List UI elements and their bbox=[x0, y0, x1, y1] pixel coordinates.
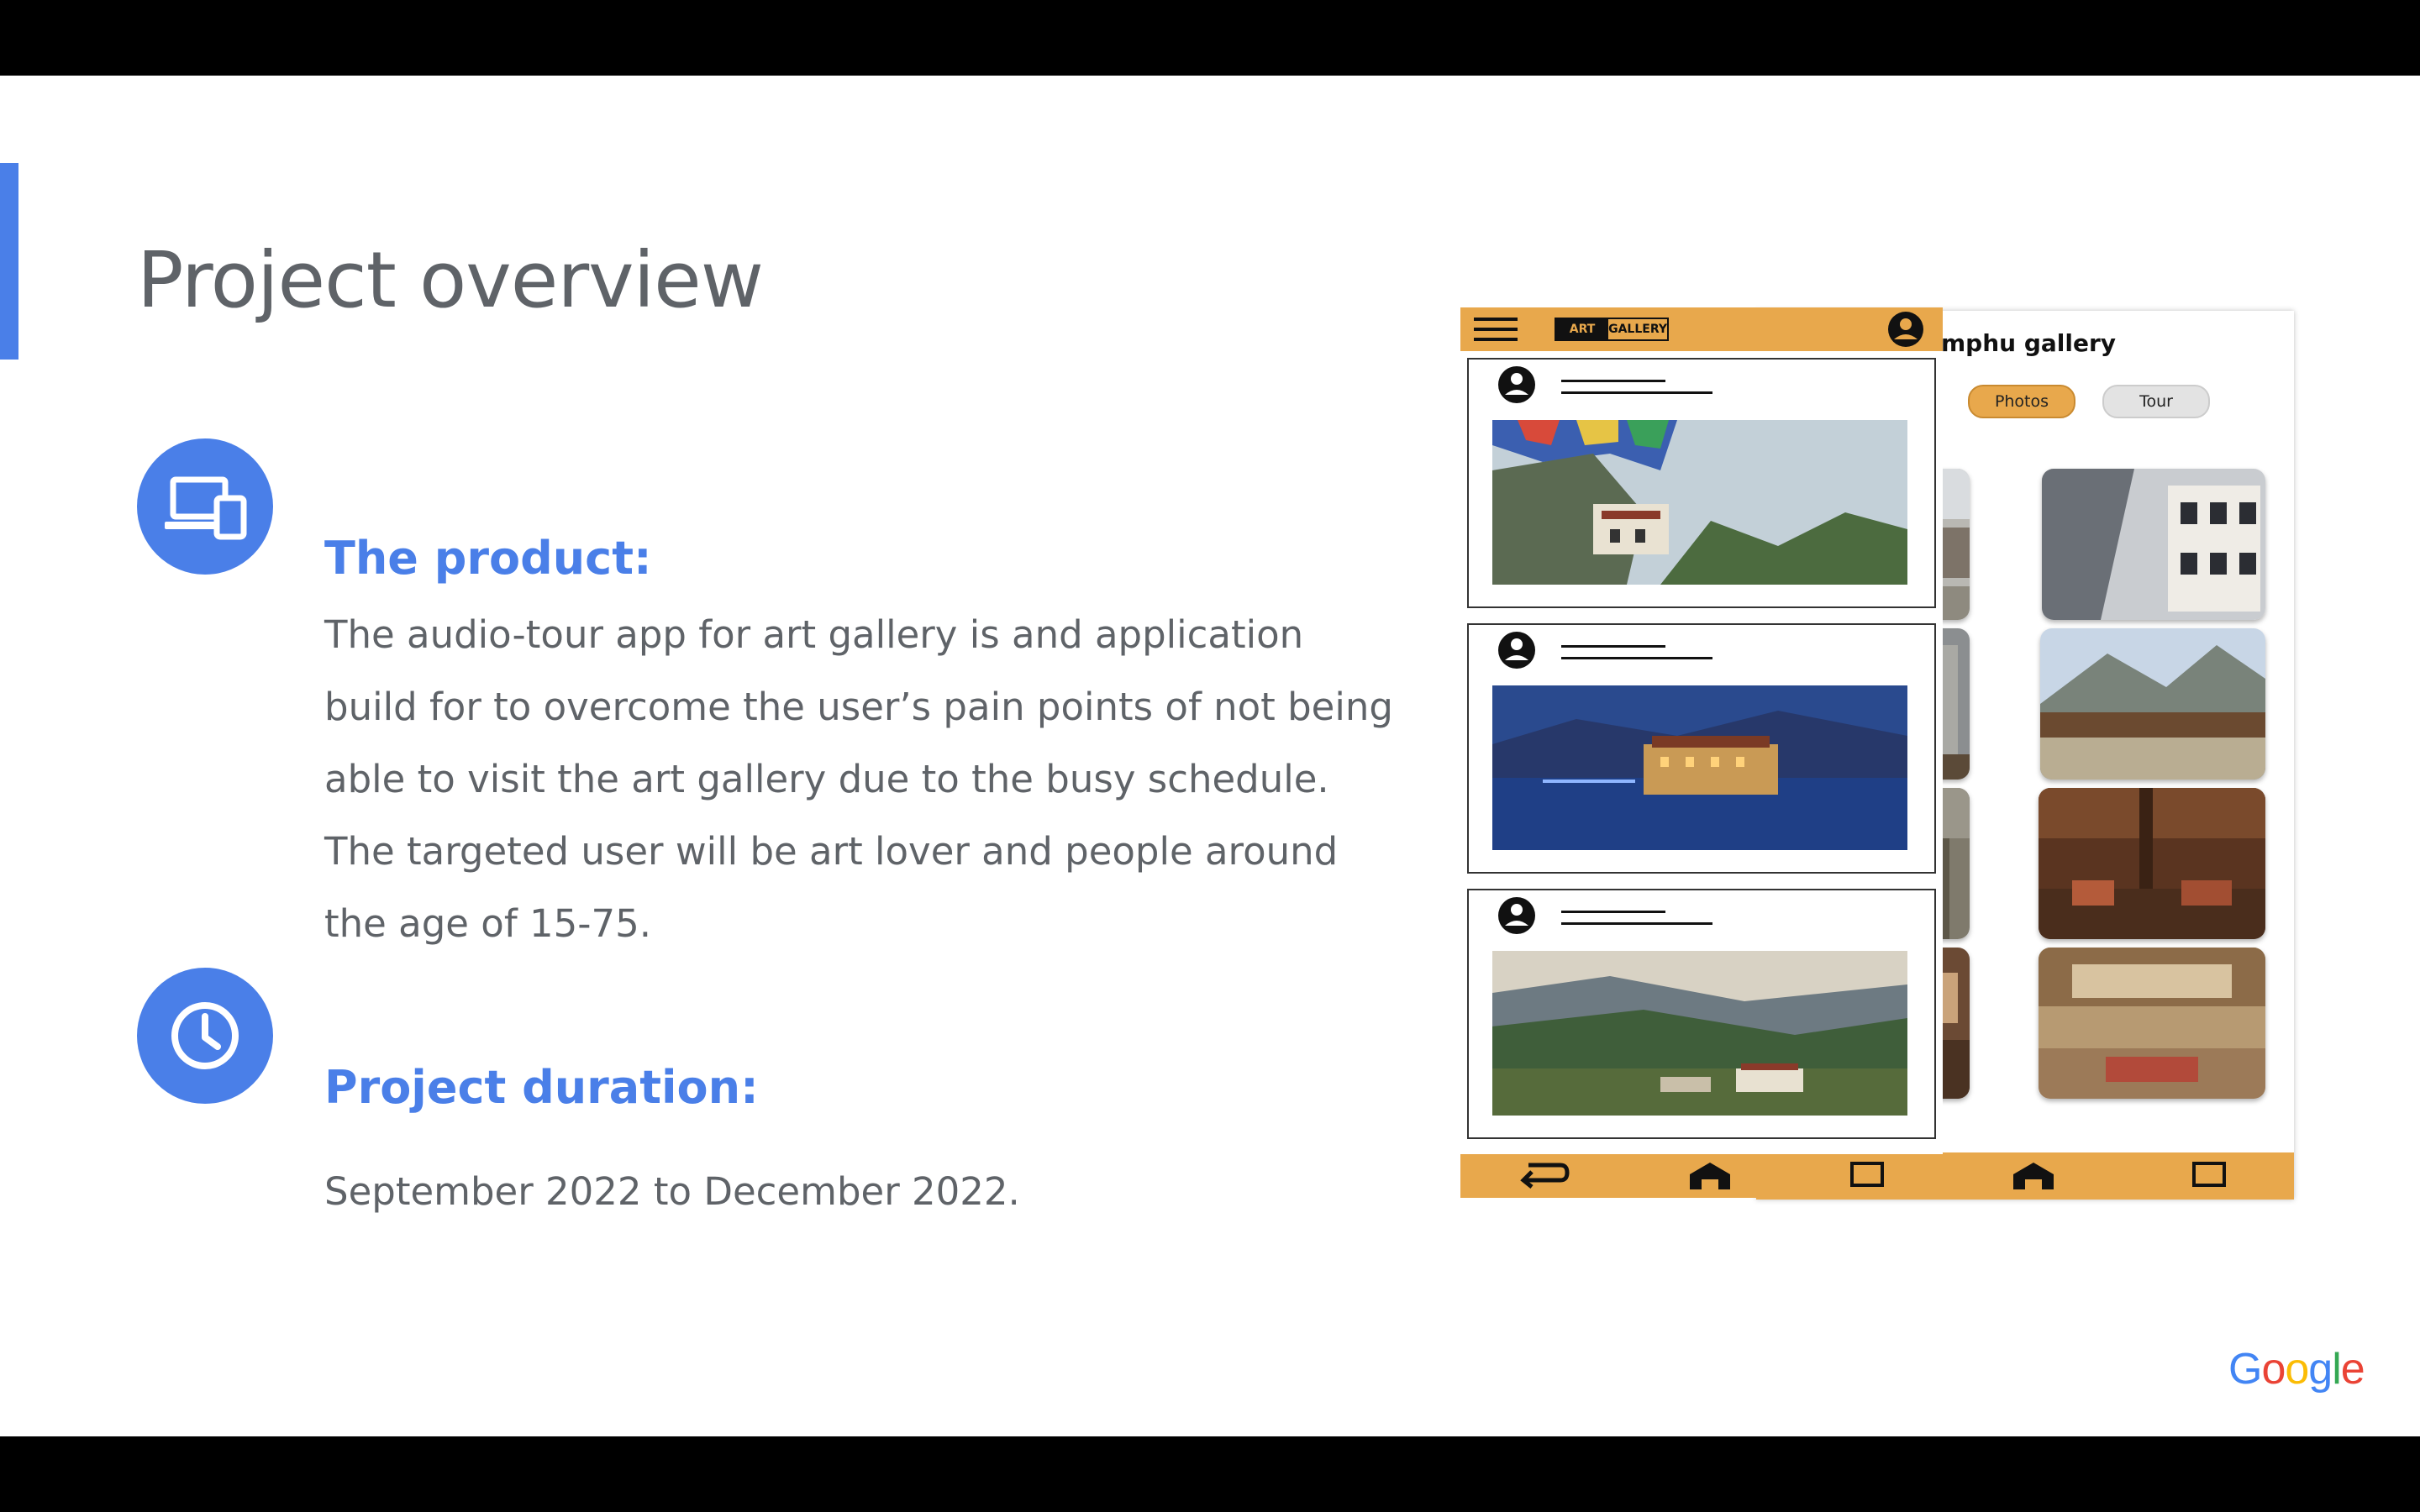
gallery-title: mphu gallery bbox=[1941, 329, 2117, 357]
feed-photo bbox=[1492, 685, 1907, 850]
accent-bar bbox=[0, 163, 18, 360]
placeholder-line bbox=[1561, 645, 1665, 648]
home-icon[interactable] bbox=[2010, 1159, 2057, 1193]
tab-tour[interactable]: Tour bbox=[2102, 385, 2210, 418]
user-avatar-icon bbox=[1491, 895, 1543, 939]
product-heading: The product: bbox=[324, 532, 652, 585]
placeholder-line bbox=[1561, 391, 1712, 394]
square-icon[interactable] bbox=[1849, 1161, 1885, 1191]
feed-card[interactable] bbox=[1467, 623, 1936, 874]
user-avatar-icon[interactable] bbox=[1881, 311, 1931, 351]
placeholder-line bbox=[1561, 911, 1665, 913]
menu-icon[interactable] bbox=[1474, 316, 1518, 346]
slide: Project overview The product: The audio-… bbox=[0, 76, 2420, 1436]
google-logo-letter: l bbox=[2332, 1345, 2342, 1394]
feed-photo bbox=[1492, 420, 1907, 585]
placeholder-line bbox=[1561, 657, 1712, 659]
gallery-thumbnail[interactable] bbox=[2042, 469, 2265, 620]
gallery-thumbnail[interactable] bbox=[2039, 788, 2265, 939]
feed-card[interactable] bbox=[1467, 358, 1936, 608]
gallery-thumbnail[interactable] bbox=[2040, 628, 2265, 780]
google-logo-letter: o bbox=[2285, 1345, 2309, 1394]
home-icon[interactable] bbox=[1686, 1159, 1733, 1193]
feed-screen-mockup: ART GALLERY bbox=[1460, 307, 1943, 1198]
gallery-thumbnail[interactable] bbox=[2039, 948, 2265, 1099]
feed-card[interactable] bbox=[1467, 889, 1936, 1139]
placeholder-line bbox=[1561, 380, 1665, 382]
duration-heading: Project duration: bbox=[324, 1061, 759, 1114]
tab-photos[interactable]: Photos bbox=[1968, 385, 2075, 418]
product-description: The audio-tour app for art gallery is an… bbox=[324, 612, 1393, 946]
page-title: Project overview bbox=[137, 235, 764, 325]
user-avatar-icon bbox=[1491, 630, 1543, 674]
google-logo-letter: g bbox=[2308, 1345, 2333, 1394]
user-avatar-icon bbox=[1491, 365, 1543, 408]
google-logo-letter: o bbox=[2261, 1345, 2286, 1394]
duration-text: September 2022 to December 2022. bbox=[324, 1169, 1020, 1214]
google-logo-letter: G bbox=[2228, 1345, 2262, 1394]
placeholder-line bbox=[1561, 922, 1712, 925]
bottom-nav-bar bbox=[1460, 1154, 1943, 1198]
app-logo: ART GALLERY bbox=[1555, 318, 1669, 341]
devices-icon bbox=[137, 438, 273, 575]
back-arrow-icon[interactable] bbox=[1518, 1160, 1570, 1192]
app-top-bar: ART GALLERY bbox=[1460, 307, 1943, 351]
clock-icon bbox=[137, 968, 273, 1104]
google-logo-letter: e bbox=[2340, 1345, 2365, 1394]
feed-photo bbox=[1492, 951, 1907, 1116]
google-logo: Google bbox=[2228, 1344, 2365, 1394]
square-icon[interactable] bbox=[2191, 1161, 2227, 1191]
